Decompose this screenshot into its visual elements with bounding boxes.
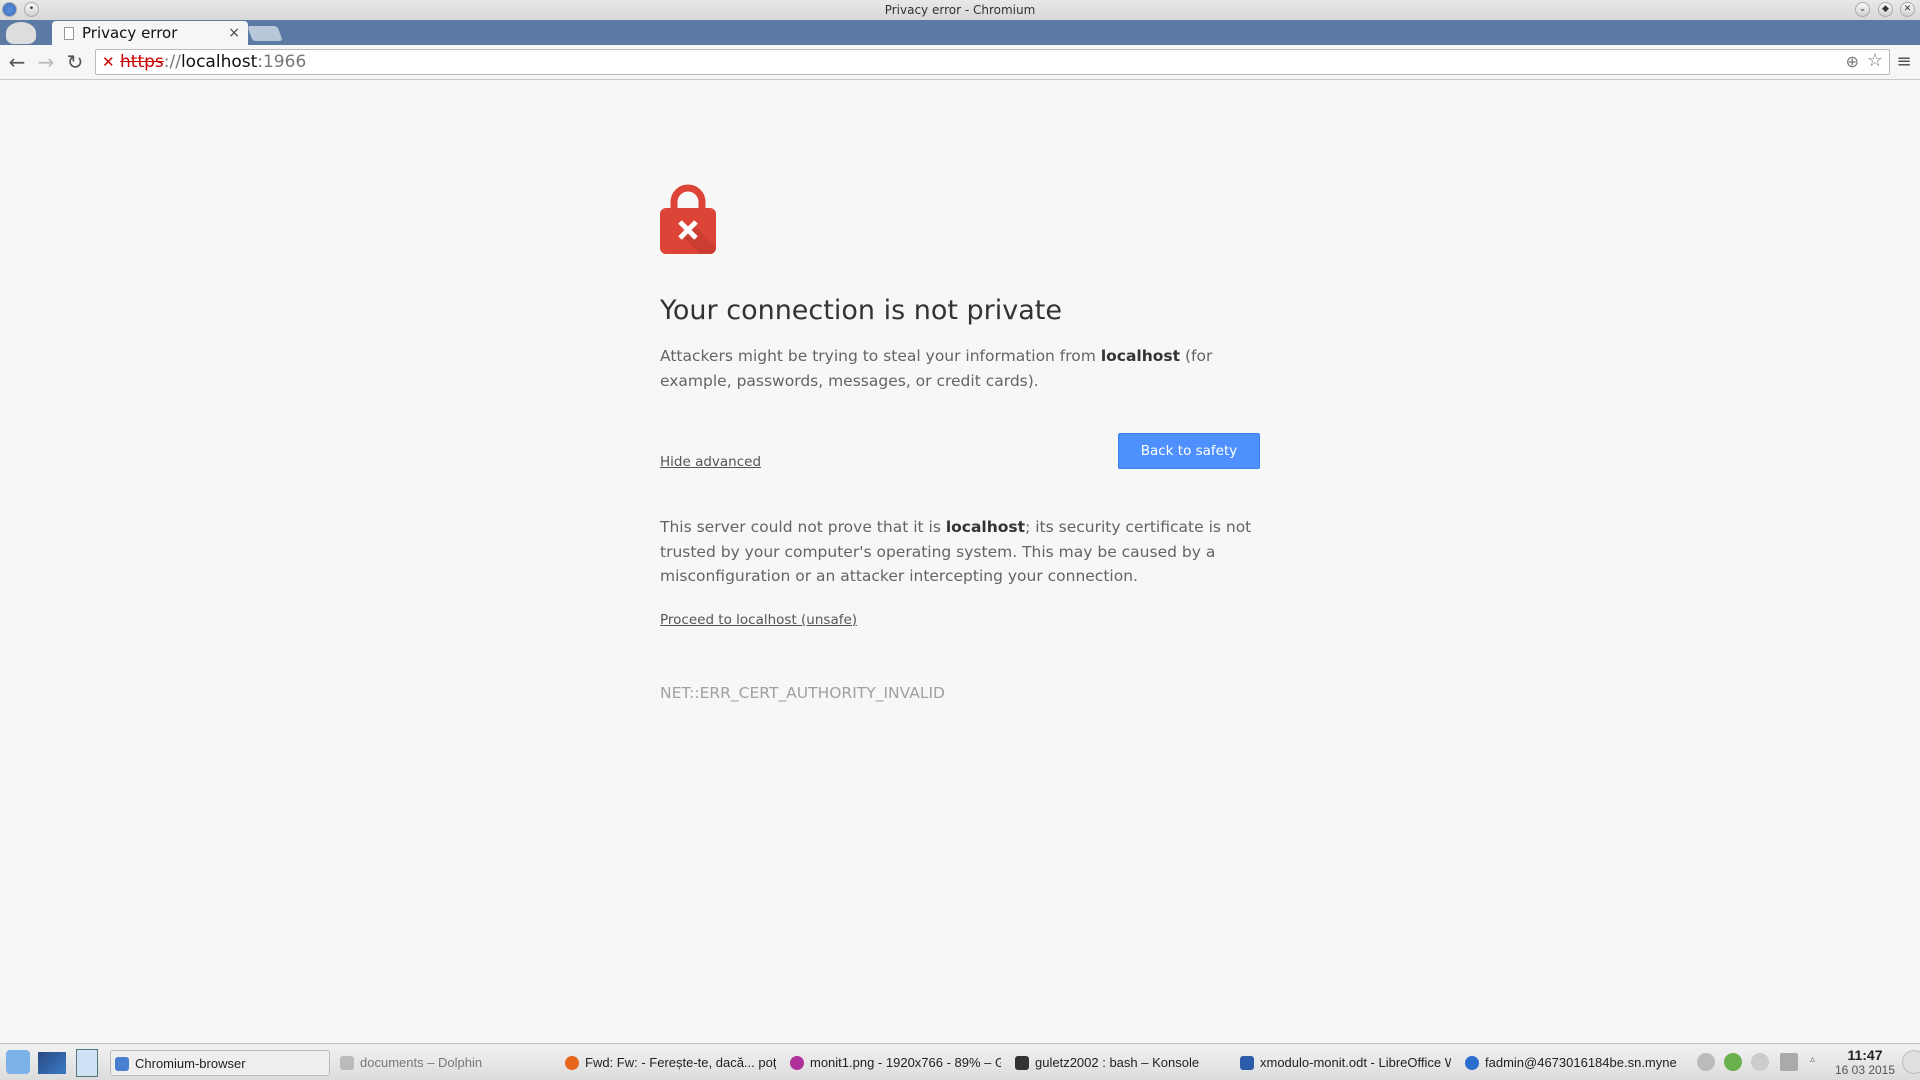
- task-label: Chromium-browser: [135, 1056, 246, 1071]
- menu-icon[interactable]: ≡: [1891, 48, 1917, 76]
- clock-time: 11:47: [1847, 1047, 1883, 1063]
- task-remote[interactable]: fadmin@4673016184be.sn.mynetname.net: [1461, 1050, 1676, 1076]
- network-session-icon: [1465, 1056, 1479, 1070]
- intro-text: Attackers might be trying to steal your …: [660, 344, 1260, 393]
- bookmark-star-icon[interactable]: ☆: [1867, 49, 1883, 73]
- terminal-icon: [1015, 1056, 1029, 1070]
- task-firefox[interactable]: Fwd: Fw: - Ferește-te, dacă... poți!: [561, 1050, 776, 1076]
- hide-advanced-link[interactable]: Hide advanced: [660, 454, 761, 470]
- task-label: xmodulo-monit.odt - LibreOffice Writer: [1260, 1055, 1451, 1070]
- lock-error-icon: [660, 184, 716, 254]
- tab-close-icon[interactable]: ×: [228, 21, 240, 45]
- url-host: localhost: [180, 52, 258, 72]
- url-separator: ://: [163, 52, 181, 72]
- firefox-icon: [565, 1056, 579, 1070]
- back-icon[interactable]: ←: [4, 48, 30, 76]
- zoom-icon[interactable]: ⊕: [1846, 50, 1859, 74]
- tab-strip: [0, 20, 1920, 45]
- page-title: Your connection is not private: [660, 295, 1062, 326]
- start-menu-icon[interactable]: [6, 1050, 30, 1074]
- gwenview-icon: [790, 1056, 804, 1070]
- task-konsole[interactable]: guletz2002 : bash – Konsole: [1011, 1050, 1231, 1076]
- task-label: monit1.png - 1920x766 - 89% – Gwenview: [810, 1055, 1001, 1070]
- proceed-unsafe-link[interactable]: Proceed to localhost (unsafe): [660, 612, 857, 628]
- chromium-icon: [115, 1057, 129, 1071]
- clock[interactable]: 11:47 16 03 2015: [1830, 1047, 1900, 1077]
- close-window-button[interactable]: ✕: [1900, 2, 1915, 17]
- tab-title: Privacy error: [82, 24, 178, 42]
- button-row: Hide advanced Back to safety: [660, 433, 1260, 470]
- file-manager-icon[interactable]: [76, 1049, 98, 1077]
- desktop-icon[interactable]: [38, 1052, 66, 1074]
- intro-text-start: Attackers might be trying to steal your …: [660, 347, 1101, 365]
- task-dolphin[interactable]: documents – Dolphin: [336, 1050, 556, 1076]
- new-tab-button[interactable]: [247, 26, 283, 41]
- task-label: fadmin@4673016184be.sn.mynetname.net: [1485, 1055, 1676, 1070]
- tab-privacy-error[interactable]: Privacy error ×: [52, 21, 248, 46]
- intro-host: localhost: [1100, 347, 1181, 365]
- task-libreoffice[interactable]: xmodulo-monit.odt - LibreOffice Writer: [1236, 1050, 1451, 1076]
- task-gwenview[interactable]: monit1.png - 1920x766 - 89% – Gwenview: [786, 1050, 1001, 1076]
- activities-icon[interactable]: [1902, 1050, 1920, 1074]
- task-label: documents – Dolphin: [360, 1055, 483, 1070]
- app-menu-icon[interactable]: [2, 2, 17, 17]
- error-code: NET::ERR_CERT_AUTHORITY_INVALID: [660, 683, 945, 702]
- window-titlebar: Privacy error - Chromium: [0, 0, 1920, 20]
- task-chromium[interactable]: Chromium-browser: [110, 1050, 330, 1076]
- forward-icon[interactable]: →: [33, 48, 59, 76]
- url-scheme: https: [120, 52, 164, 72]
- back-to-safety-button[interactable]: Back to safety: [1118, 433, 1260, 469]
- reload-icon[interactable]: ↻: [62, 48, 88, 76]
- details-host: localhost: [945, 518, 1026, 536]
- maximize-button[interactable]: ◆: [1878, 2, 1893, 17]
- minimize-button[interactable]: ⌄: [1855, 2, 1870, 17]
- task-label: Fwd: Fw: - Ferește-te, dacă... poți!: [585, 1055, 776, 1070]
- task-label: guletz2002 : bash – Konsole: [1035, 1055, 1200, 1070]
- volume-icon[interactable]: [1751, 1053, 1769, 1071]
- taskbar: Chromium-browser documents – Dolphin Fwd…: [0, 1043, 1920, 1080]
- details-text: This server could not prove that it is l…: [660, 515, 1260, 589]
- window-title: Privacy error - Chromium: [884, 3, 1036, 17]
- clock-date: 16 03 2015: [1834, 1063, 1896, 1077]
- interstitial-content: Your connection is not private Attackers…: [660, 184, 1260, 702]
- incognito-icon: [6, 22, 36, 44]
- dolphin-icon: [340, 1056, 354, 1070]
- details-text-start: This server could not prove that it is: [660, 518, 946, 536]
- insecure-lock-icon: ✕: [102, 53, 115, 71]
- writer-icon: [1240, 1056, 1254, 1070]
- pin-icon[interactable]: •: [24, 2, 39, 17]
- page-icon: [64, 27, 74, 40]
- security-check-icon[interactable]: [1724, 1053, 1742, 1071]
- cloud-icon[interactable]: [1697, 1053, 1715, 1071]
- address-bar[interactable]: ✕ https://localhost:1966 ⊕ ☆: [95, 49, 1890, 75]
- url-port: :1966: [257, 52, 307, 72]
- tray-expand-icon[interactable]: ▵: [1810, 1054, 1815, 1065]
- network-icon[interactable]: [1780, 1053, 1798, 1071]
